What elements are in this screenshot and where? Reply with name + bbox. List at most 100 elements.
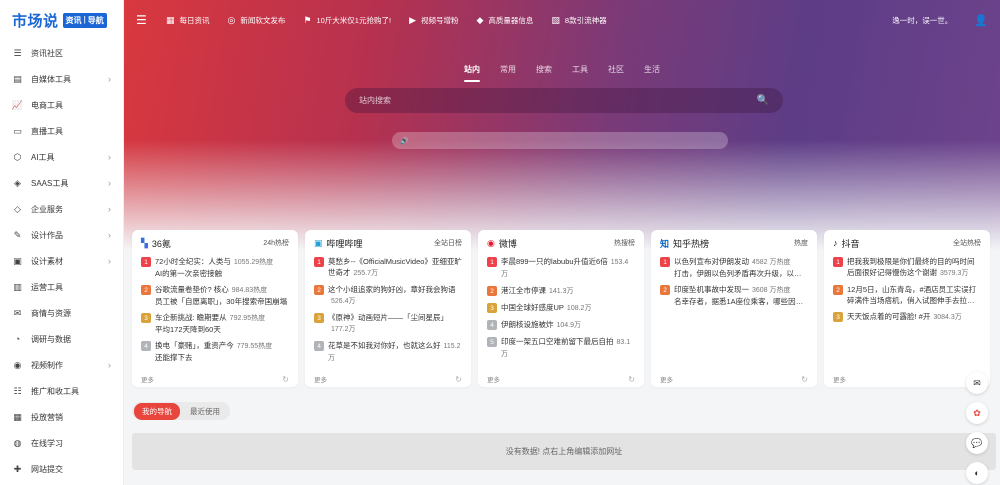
- list-item[interactable]: 1 以色列宣布对伊朗发动4582 万热度打击，伊朗以色列矛盾再次升级，以色列全面进…: [660, 256, 808, 279]
- search-icon[interactable]: 🔍: [757, 95, 769, 106]
- list-item[interactable]: 2 谷歌流量卷垫价? 核心 984.83热度 员工被「自愿离职」，30年搜索帝国崩塌: [141, 284, 289, 307]
- message-icon[interactable]: ✉: [966, 372, 988, 394]
- sidebar-item-2[interactable]: 📈 电商工具: [0, 92, 123, 118]
- heat-value: 255.7万: [353, 270, 379, 277]
- item-title: 莫愁乡--《OfficialMusicVideo》亚细亚旷世奇才 255.7万: [328, 257, 462, 277]
- hot-card: ♪ 抖音 全站热榜 1 把我我到极限是你们最终的目的吗时间 后面很好记得慢伤这个谢谢 35…: [824, 230, 990, 387]
- search-tab-5[interactable]: 生活: [644, 64, 660, 84]
- rank-badge: 3: [314, 313, 324, 323]
- sidebar-item-icon: ▥: [13, 281, 22, 292]
- list-item[interactable]: 2 印度坠机事故中发现一3608 万热度名幸存者，据悉1A座位乘客，哪些因素可能帮…: [660, 284, 808, 307]
- sidebar-item-5[interactable]: ◈ SAAS工具 ›: [0, 170, 123, 196]
- card-subtitle: 热度: [794, 240, 808, 247]
- heat-value: 4582 万热度: [752, 259, 791, 266]
- search-tab-0[interactable]: 站内: [464, 64, 480, 84]
- logo-text: 市场说: [12, 11, 59, 30]
- tab-recent[interactable]: 最近使用: [182, 403, 228, 420]
- hot-list: 1 以色列宣布对伊朗发动4582 万热度打击，伊朗以色列矛盾再次升级，以色列全面进…: [651, 256, 817, 307]
- menu-toggle-icon[interactable]: ☰: [136, 13, 152, 27]
- more-link[interactable]: 更多: [660, 374, 673, 384]
- search-tab-4[interactable]: 社区: [608, 64, 624, 84]
- refresh-icon[interactable]: ↻: [455, 375, 462, 384]
- heat-value: 526.4万: [331, 298, 356, 305]
- coupon-icon[interactable]: ✿: [966, 402, 988, 424]
- dark-mode-icon[interactable]: ◐: [966, 462, 988, 484]
- rank-badge: 2: [314, 285, 324, 295]
- list-item[interactable]: 4 换电「豪赌」，重资产今 779.55热度 还能撑下去: [141, 340, 289, 363]
- chat-icon[interactable]: 💬: [966, 432, 988, 454]
- card-title[interactable]: ▣ 哔哩哔哩: [314, 237, 434, 250]
- refresh-icon[interactable]: ↻: [628, 375, 635, 384]
- sidebar-item-10[interactable]: ✉ 商情与资源: [0, 300, 123, 326]
- list-item[interactable]: 1 把我我到极限是你们最终的目的吗时间 后面很好记得慢伤这个谢谢 3579.3万: [833, 256, 981, 279]
- card-title[interactable]: 知知乎热榜: [660, 237, 794, 250]
- tab-my-nav[interactable]: 我的导航: [134, 402, 180, 420]
- empty-state[interactable]: 没有数据! 点右上角编辑添加网址: [132, 433, 996, 470]
- sidebar-item-icon: ◈: [14, 177, 21, 188]
- list-item[interactable]: 5 印度一架五口空难前留下最后自拍 83.1万: [487, 336, 635, 360]
- list-item[interactable]: 3 中国全球好感度UP 108.2万: [487, 302, 635, 314]
- sidebar-item-0[interactable]: ☰ 资讯社区: [0, 40, 123, 66]
- search-input[interactable]: [359, 96, 757, 105]
- list-item[interactable]: 2 港江全市停课 141.3万: [487, 285, 635, 297]
- sidebar-item-13[interactable]: ☷ 推广和收工具: [0, 378, 123, 404]
- top-link-3[interactable]: ▶ 视频号增粉: [409, 15, 458, 26]
- list-item[interactable]: 2 12月5日，山东青岛，#酒店员工实误打碎满件当场痞机，俏入试图伸手去拉未成功，…: [833, 284, 981, 306]
- sidebar-item-11[interactable]: ◔ 调研与数据: [0, 326, 123, 352]
- sidebar-item-16[interactable]: ✚ 网站提交: [0, 456, 123, 482]
- list-item[interactable]: 3 车企新挑战: 瞻期要从 792.95热度 平均172天降到60天: [141, 312, 289, 335]
- sidebar-item-15[interactable]: ◍ 在线学习: [0, 430, 123, 456]
- search-tab-2[interactable]: 搜索: [536, 64, 552, 84]
- top-link-5[interactable]: ▧ 8款引流神器: [551, 15, 606, 26]
- sidebar-item-label: 商情与资源: [31, 308, 71, 318]
- sidebar-item-4[interactable]: ⬡ AI工具 ›: [0, 144, 123, 170]
- rank-badge: 1: [660, 257, 670, 267]
- list-item[interactable]: 4 伊朗核设施被炸 104.9万: [487, 319, 635, 331]
- user-icon[interactable]: 👤: [974, 14, 988, 27]
- refresh-icon[interactable]: ↻: [801, 375, 808, 384]
- more-link[interactable]: 更多: [314, 374, 327, 384]
- heat-value: 1055.29热度: [233, 259, 274, 266]
- heat-value: 3608 万热度: [752, 287, 791, 294]
- search-tab-3[interactable]: 工具: [572, 64, 588, 84]
- refresh-icon[interactable]: ↻: [282, 375, 289, 384]
- list-item[interactable]: 4 花草是不如我对你好，也就这么好 115.2万: [314, 340, 462, 364]
- site-logo[interactable]: 市场说 资讯 | 导航: [0, 0, 123, 40]
- list-item[interactable]: 3 《原神》动画短片——「尘间星辰」177.2万: [314, 312, 462, 335]
- card-title[interactable]: ♪ 抖音: [833, 237, 953, 250]
- list-item[interactable]: 2 这个小组追家的狗好凶，章好我会狗语526.4万: [314, 284, 462, 307]
- sidebar-item-icon: ⬡: [13, 151, 22, 162]
- card-title[interactable]: ◉ 微博: [487, 237, 614, 250]
- sidebar-item-14[interactable]: ▦ 投放营销: [0, 404, 123, 430]
- sidebar-item-8[interactable]: ▣ 设计素材 ›: [0, 248, 123, 274]
- notice-bar[interactable]: 🔊: [392, 132, 728, 149]
- top-link-icon: ◎: [227, 14, 236, 25]
- top-link-1[interactable]: ◎ 新闻软文发布: [228, 15, 286, 26]
- card-title[interactable]: ▚ 36氪: [141, 237, 263, 250]
- more-link[interactable]: 更多: [141, 374, 154, 384]
- logo-tag: 资讯 | 导航: [62, 12, 107, 28]
- more-link[interactable]: 更多: [487, 374, 500, 384]
- item-title: 车企新挑战: 瞻期要从 792.95热度 平均172天降到60天: [155, 313, 266, 334]
- list-item[interactable]: 1 莫愁乡--《OfficialMusicVideo》亚细亚旷世奇才 255.7万: [314, 256, 462, 279]
- more-link[interactable]: 更多: [833, 374, 846, 384]
- top-link-label: 视频号增粉: [420, 15, 459, 25]
- top-link-4[interactable]: ◆ 高质量器信息: [476, 15, 533, 26]
- sidebar-item-9[interactable]: ▥ 运营工具: [0, 274, 123, 300]
- list-item[interactable]: 1 72小时全纪实：人类与 1055.29热度 AI的第一次亲密接触: [141, 256, 289, 279]
- search-tab-1[interactable]: 常用: [500, 64, 516, 84]
- sidebar-item-icon: ▭: [13, 125, 22, 136]
- sidebar-item-7[interactable]: ✎ 设计作品 ›: [0, 222, 123, 248]
- top-link-2[interactable]: ⚑ 10斤大米仅1元抢购了!: [303, 15, 391, 26]
- sidebar-item-12[interactable]: ◉ 视频制作 ›: [0, 352, 123, 378]
- sidebar-item-1[interactable]: ▤ 自媒体工具 ›: [0, 66, 123, 92]
- list-item[interactable]: 3 天天饭点着的可露脸! #开 3084.3万: [833, 311, 981, 323]
- sidebar-item-6[interactable]: ◇ 企业服务 ›: [0, 196, 123, 222]
- sidebar-item-icon: ✎: [13, 229, 22, 240]
- sidebar-item-label: 设计素材: [31, 256, 63, 266]
- sidebar-item-3[interactable]: ▭ 直播工具: [0, 118, 123, 144]
- card-header: 知知乎热榜 热度: [651, 230, 817, 256]
- top-link-0[interactable]: ▦ 每日资讯: [166, 15, 210, 26]
- chevron-right-icon: ›: [108, 204, 111, 214]
- list-item[interactable]: 1 李晨899一只的labubu升值近6倍 153.4万: [487, 256, 635, 280]
